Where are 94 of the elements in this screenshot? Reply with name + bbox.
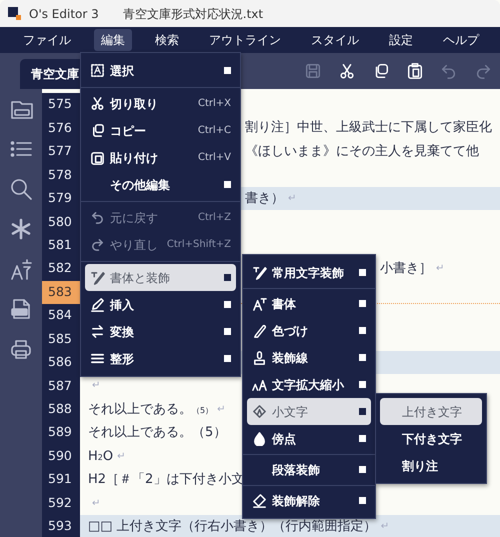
- line-number: 592: [42, 491, 80, 515]
- menu-item[interactable]: 装飾線: [247, 344, 371, 371]
- diamond-icon: [252, 404, 267, 419]
- text-line: 割り注］中世、上級武士に下属して家臣化: [245, 119, 492, 138]
- menu-item[interactable]: 書体: [247, 290, 371, 317]
- line-number: 579: [42, 186, 80, 210]
- menu-item[interactable]: コピー Ctrl+C: [85, 117, 236, 144]
- underline-icon: [252, 350, 267, 365]
- printer-icon[interactable]: [9, 337, 33, 361]
- menu-item[interactable]: 常用文字装飾: [247, 259, 371, 286]
- menu-item[interactable]: 書体と装飾: [85, 264, 236, 291]
- font-brush-icon: [90, 270, 105, 285]
- app-name: O's Editor 3: [29, 6, 99, 22]
- eraser-icon: [252, 493, 267, 508]
- document-tab[interactable]: 青空文庫: [20, 59, 80, 89]
- search-icon[interactable]: [9, 177, 33, 201]
- align-icon: [90, 351, 105, 366]
- menu-item[interactable]: 装飾解除: [247, 487, 371, 514]
- line-number: 581: [42, 234, 80, 258]
- line-number: 576: [42, 116, 80, 140]
- line-end-mark: ↵: [436, 262, 444, 276]
- line-end-mark: ↵: [117, 450, 126, 464]
- line-number: 591: [42, 468, 80, 492]
- pen-icon: [252, 323, 267, 338]
- menu-item[interactable]: 文字拡大縮小: [247, 371, 371, 398]
- menu-item[interactable]: 編集: [94, 29, 132, 51]
- line-end-mark: ↵: [92, 379, 100, 394]
- cut-icon[interactable]: [338, 62, 356, 80]
- undo-icon: [90, 210, 105, 225]
- text-line: 小書き］: [380, 260, 432, 278]
- text-line: 書き）: [245, 190, 284, 208]
- menu-item[interactable]: アウトライン: [202, 29, 288, 51]
- line-number: 577: [42, 140, 80, 164]
- menu-item[interactable]: ヘルプ: [436, 29, 486, 51]
- menu-item[interactable]: 傍点: [247, 425, 371, 452]
- menu-item[interactable]: 下付き文字: [380, 425, 482, 452]
- line-number: 582: [42, 257, 80, 280]
- font-brush-icon: [252, 265, 267, 280]
- font-icon[interactable]: [9, 257, 33, 281]
- menu-item[interactable]: 整形: [85, 345, 236, 372]
- shortcut-label: Ctrl+V: [196, 151, 231, 165]
- swap-icon: [90, 324, 105, 339]
- menu-item[interactable]: 上付き文字: [380, 398, 482, 425]
- menu-item[interactable]: 変換: [85, 318, 236, 345]
- select-icon: [90, 63, 105, 78]
- line-number: 578: [42, 163, 80, 187]
- paste-icon: [90, 150, 105, 165]
- menu-item[interactable]: 設定: [382, 29, 420, 51]
- text-line: □□ 上付き文字（行右小書き）（行内範囲指定）: [88, 518, 377, 536]
- menu-item[interactable]: 切り取り Ctrl+X: [85, 90, 236, 117]
- line-number: 584: [42, 304, 80, 328]
- paste-icon[interactable]: [406, 62, 424, 80]
- menu-item[interactable]: その他編集: [85, 171, 236, 198]
- line-number: 590: [42, 444, 80, 468]
- menu-item[interactable]: 挿入: [85, 291, 236, 318]
- line-end-mark: ↵: [92, 496, 100, 511]
- line-number: 585: [42, 327, 80, 351]
- redo-icon: [90, 237, 105, 252]
- cut-icon: [90, 96, 105, 111]
- menu-item[interactable]: 検索: [148, 29, 186, 51]
- line-number: 586: [42, 350, 80, 374]
- menu-item[interactable]: スタイル: [304, 29, 366, 51]
- shortcut-label: Ctrl+Z: [196, 211, 231, 225]
- drop-icon: [252, 431, 267, 446]
- copy-icon: [90, 123, 105, 138]
- menu-item[interactable]: 色づけ: [247, 317, 371, 344]
- line-end-mark: ↵: [217, 402, 226, 417]
- line-number: 587: [42, 374, 80, 398]
- line-number: 589: [42, 421, 80, 445]
- line-end-mark: ↵: [380, 520, 390, 534]
- menu-item[interactable]: 段落装飾: [247, 456, 371, 483]
- font-icon: [252, 296, 267, 311]
- menu-item[interactable]: 割り注: [380, 452, 482, 479]
- text-size-icon: [252, 377, 267, 392]
- menu-item[interactable]: 貼り付け Ctrl+V: [85, 144, 236, 171]
- app-icon: [8, 7, 21, 20]
- pencil-icon: [90, 297, 105, 312]
- line-number: 583: [42, 280, 80, 304]
- line-end-mark: ↵: [288, 192, 296, 206]
- line-number: 575: [42, 93, 80, 116]
- menu-item[interactable]: ファイル: [16, 29, 78, 51]
- menu-item[interactable]: 選択: [85, 57, 236, 84]
- line-number: 593: [42, 514, 80, 537]
- line-number: 580: [42, 210, 80, 234]
- text-line: 《ほしいまま》にその主人を見棄てて他: [245, 142, 479, 161]
- shortcut-label: Ctrl+Shift+Z: [166, 238, 231, 252]
- window-title: 青空文庫形式対応状況.txt: [122, 6, 264, 22]
- text-line: それ以上である。（5）: [88, 424, 226, 442]
- line-number: 588: [42, 398, 80, 422]
- shortcut-label: Ctrl+C: [196, 124, 231, 138]
- pdf-file-icon[interactable]: [9, 297, 33, 321]
- menu-item[interactable]: 小文字: [247, 398, 371, 425]
- shortcut-label: Ctrl+X: [196, 97, 231, 111]
- asterisk-icon[interactable]: [9, 217, 33, 241]
